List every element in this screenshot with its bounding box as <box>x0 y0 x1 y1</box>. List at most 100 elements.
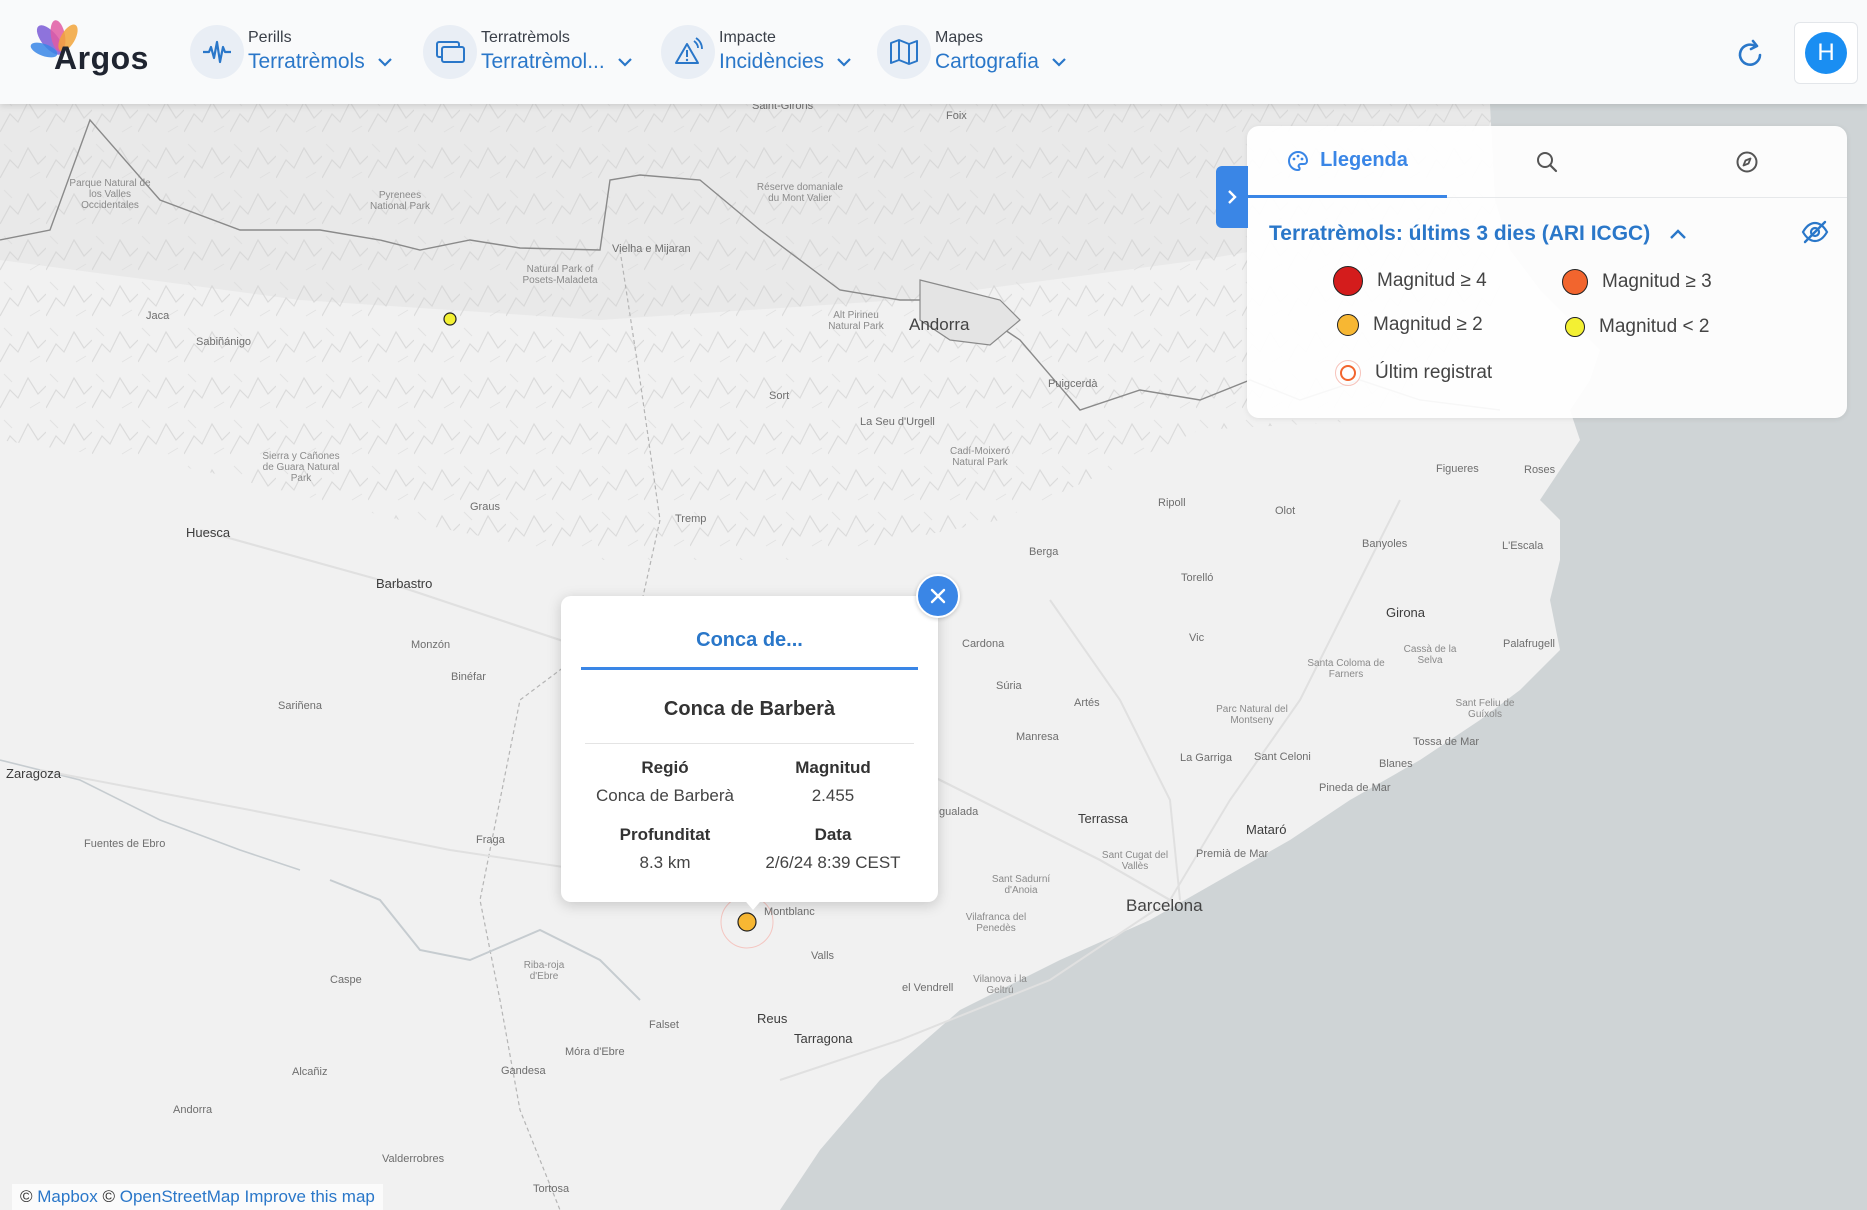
field-value: 2.455 <box>811 786 855 805</box>
place-label: Igualada <box>936 806 979 818</box>
toggle-layer-visibility-button[interactable] <box>1801 220 1829 249</box>
place-label: Sabiñánigo <box>196 336 252 348</box>
legend-tabs: Llegenda <box>1247 126 1847 198</box>
place-label: Sant Celoni <box>1254 751 1311 763</box>
nav-terratremols-small: Terratrèmols <box>481 29 570 46</box>
nav-mapes-main: Cartografia <box>935 50 1039 73</box>
field-label: Magnitud <box>795 758 871 777</box>
field-label: Profunditat <box>619 825 711 844</box>
place-label: Blanes <box>1379 758 1413 770</box>
nav-terratremols[interactable]: Terratrèmols Terratrèmol... <box>423 24 633 80</box>
copyright-symbol: © <box>20 1187 33 1206</box>
nav-terratremols-main: Terratrèmol... <box>481 50 605 73</box>
place-label: Palafrugell <box>1503 638 1555 650</box>
place-label: Tremp <box>675 513 707 525</box>
nav-impacte[interactable]: Impacte Incidències <box>661 24 852 80</box>
place-label: Parque Natural de los Valles Occidentale… <box>69 178 151 211</box>
legend-item-label: Últim registrat <box>1375 362 1493 383</box>
place-label: Roses <box>1524 464 1556 476</box>
search-icon <box>1537 152 1558 173</box>
place-label: Sort <box>769 390 790 402</box>
place-label: Jaca <box>146 310 170 322</box>
popup-field-depth: Profunditat 8.3 km <box>580 823 750 875</box>
legend-swatch-last-recorded <box>1335 360 1361 386</box>
argos-logo[interactable]: Argos <box>24 18 154 82</box>
legend-item-mag-lt2: Magnitud < 2 <box>1565 316 1709 338</box>
tab-legend-label: Llegenda <box>1320 149 1408 171</box>
place-label: Artés <box>1074 697 1100 709</box>
place-label: Sant Sadurní d'Anoia <box>991 874 1051 896</box>
tab-navigate[interactable] <box>1647 126 1847 198</box>
field-value: 8.3 km <box>639 853 691 872</box>
place-label: Súria <box>996 680 1022 692</box>
legend-item-mag4: Magnitud ≥ 4 <box>1333 266 1487 296</box>
legend-item-last-recorded: Últim registrat <box>1335 360 1492 386</box>
popup-tab[interactable]: Conca de... <box>581 624 918 670</box>
field-label: Regió <box>641 758 689 777</box>
legend-swatch <box>1562 269 1588 295</box>
place-label: Girona <box>1386 605 1426 620</box>
popup-title: Conca de Barberà <box>663 698 836 720</box>
layer-title[interactable]: Terratrèmols: últims 3 dies (ARI ICGC) <box>1269 222 1650 246</box>
place-label: Cadí-Moixeró Natural Park <box>949 446 1011 468</box>
place-label: Premià de Mar <box>1196 848 1269 860</box>
map-icon <box>877 25 931 79</box>
seismic-wave-icon <box>190 25 244 79</box>
place-label: Andorra <box>173 1104 213 1116</box>
palette-icon <box>1288 150 1309 171</box>
place-label: Olot <box>1275 505 1296 517</box>
place-label: Tortosa <box>533 1183 570 1195</box>
place-label: Sant Cugat del Vallès <box>1101 850 1169 872</box>
nav-impacte-main: Incidències <box>719 50 825 73</box>
legend-item-label: Magnitud ≥ 2 <box>1373 314 1483 335</box>
place-label: Vilanova i la Geltrú <box>973 974 1027 996</box>
legend-item-label: Magnitud < 2 <box>1599 316 1710 337</box>
tab-search[interactable] <box>1447 126 1647 198</box>
place-label: Foix <box>946 110 967 122</box>
eye-off-icon <box>1801 220 1829 244</box>
place-label: Cardona <box>962 638 1005 650</box>
nav-perills[interactable]: Perills Terratrèmols <box>190 24 393 80</box>
compass-icon <box>1736 151 1758 173</box>
legend-item-label: Magnitud ≥ 4 <box>1377 270 1487 291</box>
place-label: Riba-roja d'Ebre <box>523 960 565 982</box>
popup-tail <box>741 896 765 910</box>
legend-swatch <box>1333 266 1363 296</box>
place-label: L'Escala <box>1502 540 1544 552</box>
improve-map-link[interactable]: Improve this map <box>245 1187 375 1206</box>
mapbox-link[interactable]: Mapbox <box>37 1187 97 1206</box>
place-label: Zaragoza <box>6 766 61 781</box>
collapse-layer-button[interactable] <box>1668 228 1688 240</box>
earthquake-marker[interactable] <box>443 312 457 326</box>
field-label: Data <box>814 825 852 844</box>
layer-title-row: Terratrèmols: últims 3 dies (ARI ICGC) <box>1269 218 1829 250</box>
place-label: Sariñena <box>278 700 323 712</box>
refresh-button[interactable] <box>1730 34 1770 74</box>
legend-swatch <box>1337 314 1359 336</box>
legend-swatch <box>1565 317 1585 337</box>
user-menu-button[interactable]: H <box>1794 22 1858 84</box>
legend-item-mag2: Magnitud ≥ 2 <box>1337 314 1483 336</box>
place-label: Alt Pirineu Natural Park <box>828 310 884 332</box>
divider <box>585 743 914 744</box>
avatar: H <box>1805 32 1847 74</box>
nav-impacte-small: Impacte <box>719 29 776 46</box>
nav-mapes[interactable]: Mapes Cartografia <box>877 24 1067 80</box>
legend-item-mag3: Magnitud ≥ 3 <box>1562 269 1712 295</box>
earthquake-marker-selected[interactable] <box>737 912 757 932</box>
place-label: Vic <box>1189 632 1205 644</box>
place-label: Móra d'Ebre <box>565 1046 625 1058</box>
place-label: Sant Feliu de Guíxols <box>1455 698 1515 720</box>
place-label: Cassà de la Selva <box>1403 644 1457 666</box>
place-label: Manresa <box>1016 731 1059 743</box>
copyright-symbol: © <box>102 1187 116 1206</box>
popup-close-button[interactable] <box>916 574 960 618</box>
tab-legend[interactable]: Llegenda <box>1247 126 1447 198</box>
popup-field-region: Regió Conca de Barberà <box>580 756 750 808</box>
place-label: Banyoles <box>1362 538 1408 550</box>
place-label: Pyrenees National Park <box>369 190 431 212</box>
place-label: Ripoll <box>1158 497 1186 509</box>
legend-panel-toggle[interactable] <box>1216 166 1248 228</box>
logo-text: Argos <box>54 40 149 76</box>
openstreetmap-link[interactable]: OpenStreetMap <box>120 1187 240 1206</box>
